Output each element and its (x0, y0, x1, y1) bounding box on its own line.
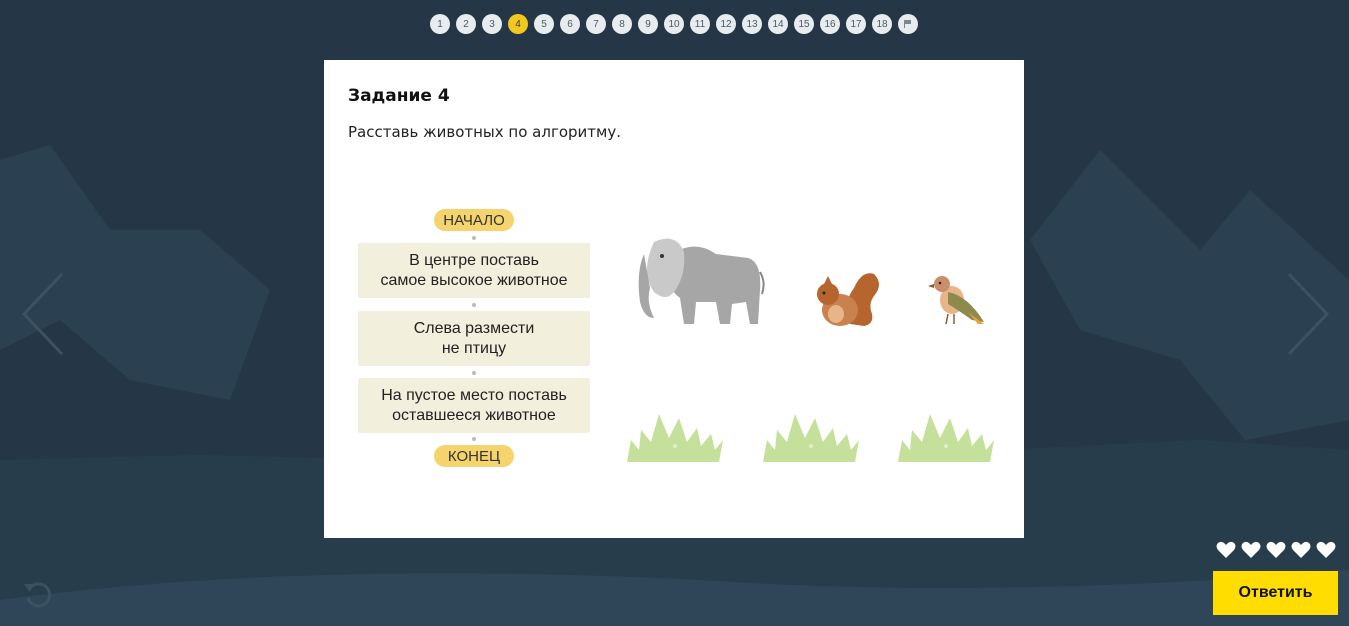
page-dot-14[interactable]: 14 (768, 14, 788, 34)
prev-arrow-icon[interactable] (18, 270, 68, 360)
step-2-line-2: не птицу (441, 339, 507, 357)
connector-dot (472, 303, 476, 307)
reset-icon[interactable] (22, 578, 54, 610)
task-instruction: Расставь животных по алгоритму. (348, 123, 621, 141)
question-pager: 1 2 3 4 5 6 7 8 9 10 11 12 13 14 15 16 1… (430, 14, 918, 34)
page-dot-15[interactable]: 15 (794, 14, 814, 34)
step-3-line-2: оставшееся животное (392, 406, 556, 424)
task-title: Задание 4 (348, 86, 450, 106)
page-dot-16[interactable]: 16 (820, 14, 840, 34)
next-arrow-icon[interactable] (1283, 270, 1333, 360)
grass-slot-right[interactable] (898, 412, 994, 462)
heart-icon (1291, 541, 1311, 558)
page-dot-10[interactable]: 10 (664, 14, 684, 34)
page-dot-1[interactable]: 1 (430, 14, 450, 34)
step-3-line-1: На пустое место поставь (381, 386, 567, 404)
step-2-line-1: Слева размести (413, 319, 535, 337)
step-1-line-2: самое высокое животное (380, 271, 568, 289)
connector-dot (472, 437, 476, 441)
page-dot-7[interactable]: 7 (586, 14, 606, 34)
page-dot-5[interactable]: 5 (534, 14, 554, 34)
page-dot-finish[interactable] (898, 14, 918, 34)
page-dot-8[interactable]: 8 (612, 14, 632, 34)
task-card: Задание 4 Расставь животных по алгоритму… (324, 60, 1024, 538)
grass-slot-center[interactable] (763, 412, 859, 462)
algorithm-end: КОНЕЦ (434, 445, 514, 467)
page-dot-13[interactable]: 13 (742, 14, 762, 34)
page-dot-18[interactable]: 18 (872, 14, 892, 34)
connector-dot (472, 236, 476, 240)
algorithm-start: НАЧАЛО (434, 209, 514, 231)
lives-indicator (1216, 541, 1336, 559)
heart-icon (1316, 541, 1336, 558)
algorithm-step-1: В центре поставь самое высокое животное (358, 243, 590, 298)
elephant-icon[interactable] (636, 232, 766, 328)
page-dot-11[interactable]: 11 (690, 14, 710, 34)
algorithm-step-2: Слева размести не птицу (358, 311, 590, 366)
page-dot-12[interactable]: 12 (716, 14, 736, 34)
connector-dot (472, 371, 476, 375)
algorithm-step-3: На пустое место поставь оставшееся живот… (358, 378, 590, 433)
page-dot-9[interactable]: 9 (638, 14, 658, 34)
step-1-line-1: В центре поставь (409, 251, 539, 269)
bird-icon[interactable] (928, 274, 986, 326)
page-dot-2[interactable]: 2 (456, 14, 476, 34)
flag-icon (904, 20, 911, 28)
squirrel-icon[interactable] (812, 264, 882, 328)
heart-icon (1216, 541, 1236, 558)
page-dot-17[interactable]: 17 (846, 14, 866, 34)
grass-slot-left[interactable] (627, 412, 723, 462)
heart-icon (1266, 541, 1286, 558)
page-dot-3[interactable]: 3 (482, 14, 502, 34)
heart-icon (1241, 541, 1261, 558)
page-dot-4[interactable]: 4 (508, 14, 528, 34)
page-dot-6[interactable]: 6 (560, 14, 580, 34)
submit-button[interactable]: Ответить (1213, 571, 1338, 615)
